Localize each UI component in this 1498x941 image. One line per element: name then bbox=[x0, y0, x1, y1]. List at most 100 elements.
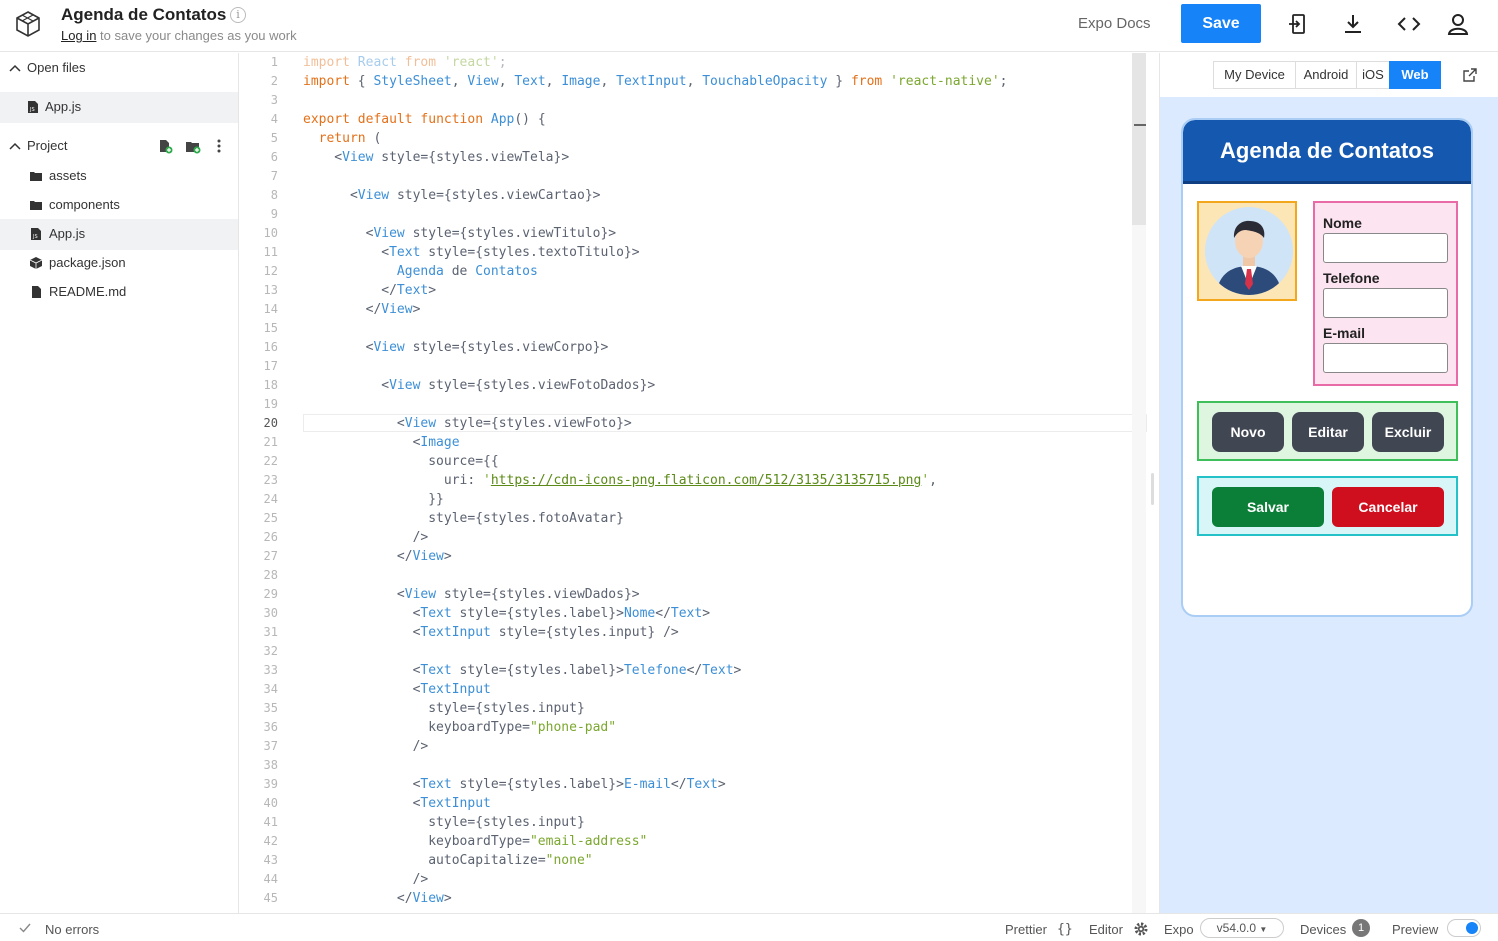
code-line[interactable]: <Text style={styles.textoTitulo}> bbox=[303, 245, 639, 260]
code-line[interactable]: <View style={styles.viewCartao}> bbox=[303, 188, 601, 203]
delete-button[interactable]: Excluir bbox=[1372, 412, 1444, 452]
name-label: Nome bbox=[1323, 215, 1362, 231]
code-line[interactable]: </View> bbox=[303, 302, 421, 317]
tab-my-device[interactable]: My Device bbox=[1213, 61, 1296, 89]
project-section[interactable]: Project bbox=[0, 131, 238, 162]
tab-ios[interactable]: iOS bbox=[1356, 61, 1390, 89]
editor-settings-label[interactable]: Editor bbox=[1089, 922, 1123, 937]
folder-icon bbox=[30, 172, 42, 181]
line-number-gutter: 1 2 3 4 5 6 7 8 9 10 11 12 13 14 15 16 17 18 19 20 21 22 23 24 2… bbox=[240, 53, 292, 913]
code-line[interactable]: import { StyleSheet, View, Text, Image, … bbox=[303, 74, 1008, 89]
code-line[interactable]: export default function App() { bbox=[303, 112, 546, 127]
errors-status[interactable]: No errors bbox=[45, 922, 99, 937]
tab-android[interactable]: Android bbox=[1295, 61, 1357, 89]
open-external-icon[interactable] bbox=[1462, 67, 1478, 83]
user-icon[interactable] bbox=[1446, 12, 1470, 36]
phone-input[interactable] bbox=[1323, 288, 1448, 318]
name-input[interactable] bbox=[1323, 233, 1448, 263]
email-input[interactable] bbox=[1323, 343, 1448, 373]
editor-scrollbar-thumb[interactable] bbox=[1132, 53, 1146, 225]
code-line[interactable]: /> bbox=[303, 530, 429, 545]
line-number: 11 bbox=[263, 245, 278, 259]
code-line[interactable]: uri: 'https://cdn-icons-png.flaticon.com… bbox=[303, 473, 937, 488]
new-folder-icon[interactable] bbox=[185, 139, 201, 154]
code-line[interactable]: style={styles.input} bbox=[303, 815, 585, 830]
code-line[interactable]: keyboardType="phone-pad" bbox=[303, 720, 616, 735]
code-line[interactable]: Agenda de Contatos bbox=[303, 264, 538, 279]
edit-button[interactable]: Editar bbox=[1292, 412, 1364, 452]
app-title[interactable]: Agenda de Contatos bbox=[61, 5, 226, 25]
code-line[interactable]: <Image bbox=[303, 435, 460, 450]
expo-docs-link[interactable]: Expo Docs bbox=[1078, 15, 1151, 32]
code-line[interactable]: <Text style={styles.label}>Nome</Text> bbox=[303, 606, 710, 621]
code-line[interactable]: <TextInput bbox=[303, 682, 491, 697]
panel-resize-handle[interactable] bbox=[1151, 473, 1154, 505]
project-item-components[interactable]: components bbox=[0, 190, 238, 221]
gear-icon[interactable] bbox=[1133, 921, 1149, 937]
code-line[interactable]: return ( bbox=[303, 131, 382, 146]
avatar bbox=[1205, 207, 1293, 295]
line-number: 20 bbox=[263, 416, 278, 430]
open-file-app-js[interactable]: JS App.js bbox=[0, 92, 238, 123]
code-line[interactable]: /> bbox=[303, 872, 429, 887]
code-line[interactable]: <View style={styles.viewTitulo}> bbox=[303, 226, 617, 241]
code-area[interactable]: import React from 'react'; import { Style… bbox=[303, 53, 1143, 913]
save-contact-button[interactable]: Salvar bbox=[1212, 487, 1324, 527]
new-button[interactable]: Novo bbox=[1212, 412, 1284, 452]
scrollbar-cursor-marker bbox=[1134, 124, 1146, 126]
code-line[interactable]: <View style={styles.viewFotoDados}> bbox=[303, 378, 655, 393]
code-line[interactable]: <View style={styles.viewDados}> bbox=[303, 587, 640, 602]
code-line[interactable]: <Text style={styles.label}>Telefone</Tex… bbox=[303, 663, 742, 678]
project-item-package-json[interactable]: package.json bbox=[0, 248, 238, 279]
code-line[interactable]: source={{ bbox=[303, 454, 498, 469]
prettier-label[interactable]: Prettier bbox=[1005, 922, 1047, 937]
preview-toggle[interactable] bbox=[1447, 919, 1481, 937]
code-line[interactable]: </Text> bbox=[303, 283, 436, 298]
open-files-section[interactable]: Open files bbox=[0, 53, 238, 84]
code-editor[interactable]: 1 2 3 4 5 6 7 8 9 10 11 12 13 14 15 16 17 18 19 20 21 22 23 24 2… bbox=[240, 53, 1159, 913]
chevron-up-icon bbox=[9, 142, 21, 150]
line-number: 9 bbox=[270, 207, 278, 221]
code-line[interactable]: <TextInput style={styles.input} /> bbox=[303, 625, 679, 640]
code-line[interactable]: style={styles.fotoAvatar} bbox=[303, 511, 624, 526]
code-line[interactable]: <View style={styles.viewTela}> bbox=[303, 150, 569, 165]
project-item-assets[interactable]: assets bbox=[0, 161, 238, 192]
download-icon[interactable] bbox=[1341, 12, 1365, 36]
sdk-version-select[interactable]: v54.0.0 ▼ bbox=[1200, 918, 1284, 938]
tab-web[interactable]: Web bbox=[1389, 61, 1441, 89]
more-options-icon[interactable] bbox=[214, 138, 224, 154]
code-line[interactable]: <View style={styles.viewCorpo}> bbox=[303, 340, 609, 355]
check-icon bbox=[19, 923, 31, 933]
braces-icon[interactable]: {} bbox=[1057, 922, 1073, 937]
code-line[interactable]: <View style={styles.viewFoto}> bbox=[303, 416, 632, 431]
code-line[interactable]: </View> bbox=[303, 549, 452, 564]
project-item-readme[interactable]: README.md bbox=[0, 277, 238, 308]
code-line[interactable]: keyboardType="email-address" bbox=[303, 834, 647, 849]
login-link[interactable]: Log in bbox=[61, 28, 96, 43]
code-line[interactable]: import React from 'react'; bbox=[303, 55, 507, 70]
code-line[interactable]: style={styles.input} bbox=[303, 701, 585, 716]
project-label: Project bbox=[27, 138, 68, 153]
cancel-button[interactable]: Cancelar bbox=[1332, 487, 1444, 527]
new-file-icon[interactable] bbox=[158, 139, 173, 154]
code-line[interactable]: /> bbox=[303, 739, 429, 754]
snack-logo-icon[interactable] bbox=[14, 10, 42, 38]
devices-label[interactable]: Devices bbox=[1300, 922, 1346, 937]
app-card-title: Agenda de Contatos bbox=[1220, 138, 1434, 163]
code-line[interactable]: <TextInput bbox=[303, 796, 491, 811]
code-line[interactable]: autoCapitalize="none" bbox=[303, 853, 592, 868]
project-item-app-js[interactable]: JS App.js bbox=[0, 219, 238, 250]
export-icon[interactable] bbox=[1286, 12, 1310, 36]
file-name: package.json bbox=[49, 255, 126, 270]
line-number: 6 bbox=[270, 150, 278, 164]
info-icon[interactable]: i bbox=[230, 7, 246, 23]
code-line[interactable]: }} bbox=[303, 492, 444, 507]
code-icon[interactable] bbox=[1397, 12, 1421, 36]
line-number: 24 bbox=[263, 492, 278, 506]
save-hint-text: to save your changes as you work bbox=[96, 28, 297, 43]
svg-text:JS: JS bbox=[32, 234, 38, 240]
code-line[interactable]: </View> bbox=[303, 891, 452, 906]
line-number: 23 bbox=[263, 473, 278, 487]
code-line[interactable]: <Text style={styles.label}>E-mail</Text> bbox=[303, 777, 726, 792]
save-button[interactable]: Save bbox=[1181, 4, 1261, 43]
